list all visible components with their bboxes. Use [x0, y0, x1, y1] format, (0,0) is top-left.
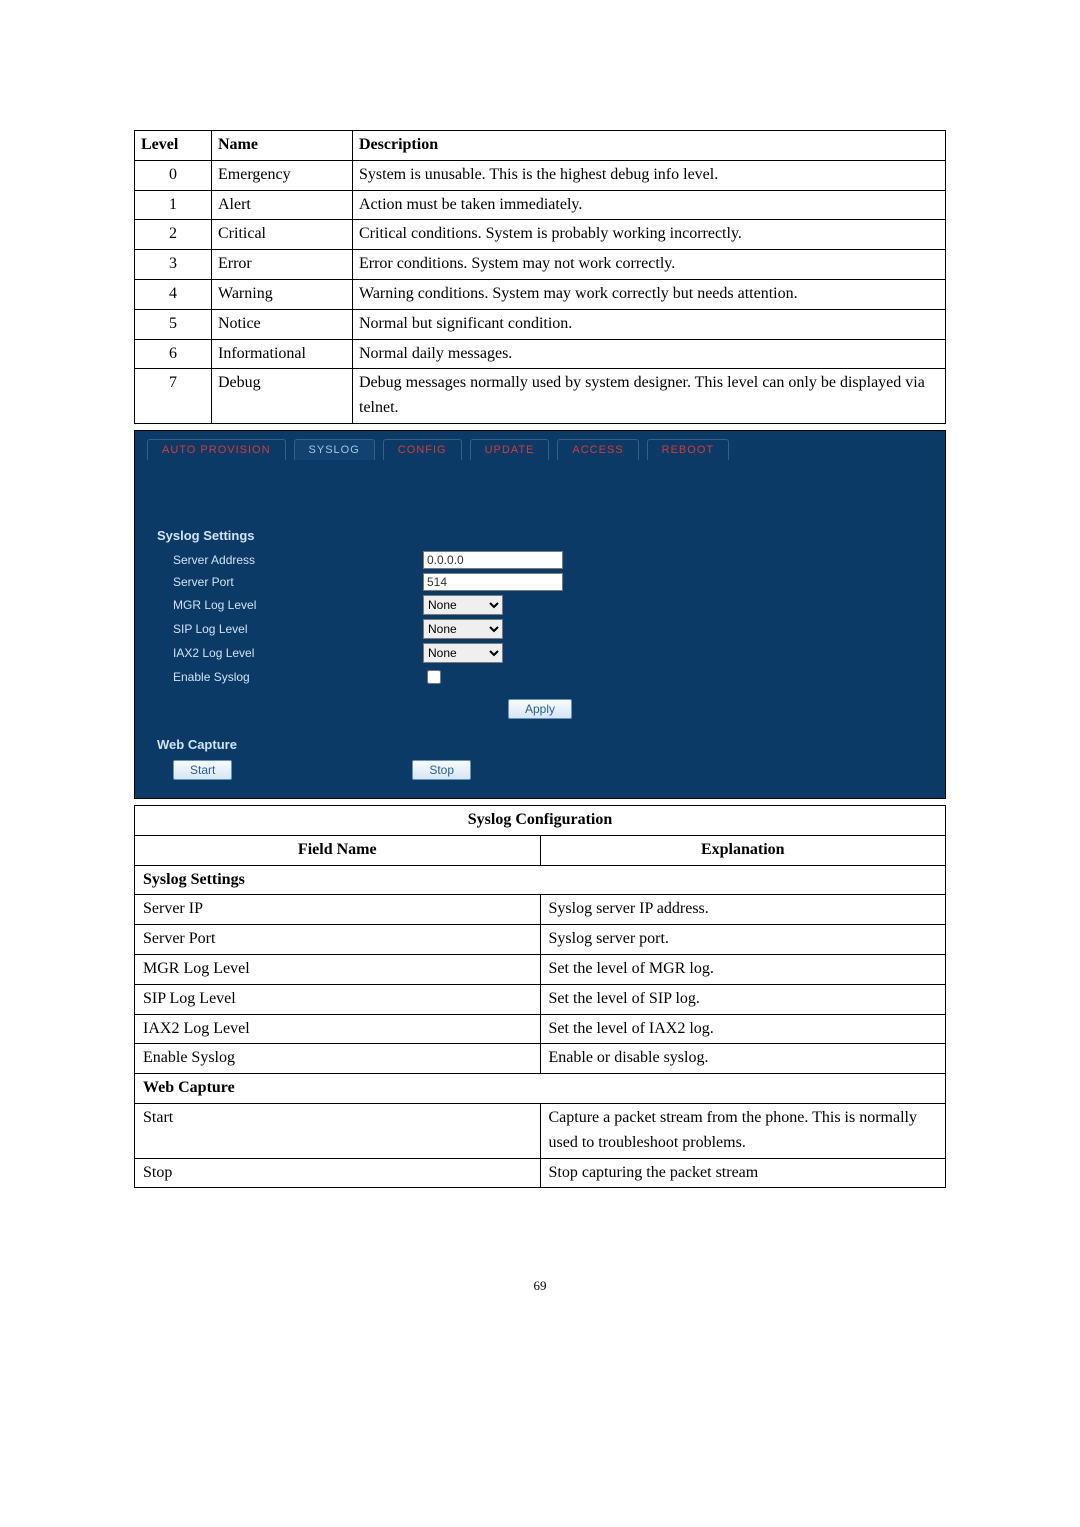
- table-row: StopStop capturing the packet stream: [135, 1158, 946, 1188]
- mgr-log-level-select[interactable]: None: [423, 595, 503, 615]
- server-port-input[interactable]: [423, 573, 563, 591]
- enable-syslog-label: Enable Syslog: [173, 670, 423, 684]
- config-header-field: Field Name: [135, 835, 541, 865]
- server-address-label: Server Address: [173, 553, 423, 567]
- sip-log-level-label: SIP Log Level: [173, 622, 423, 636]
- tab-access[interactable]: ACCESS: [557, 439, 638, 460]
- table-row: 6InformationalNormal daily messages.: [135, 339, 946, 369]
- iax2-log-level-select[interactable]: None: [423, 643, 503, 663]
- table-row: Server PortSyslog server port.: [135, 925, 946, 955]
- stop-button[interactable]: Stop: [412, 760, 471, 780]
- mgr-log-level-label: MGR Log Level: [173, 598, 423, 612]
- server-port-label: Server Port: [173, 575, 423, 589]
- table-row: 4WarningWarning conditions. System may w…: [135, 279, 946, 309]
- start-button[interactable]: Start: [173, 760, 232, 780]
- syslog-ui-screenshot: AUTO PROVISION SYSLOG CONFIG UPDATE ACCE…: [134, 430, 946, 799]
- table-row: 3ErrorError conditions. System may not w…: [135, 250, 946, 280]
- table-row: StartCapture a packet stream from the ph…: [135, 1103, 946, 1158]
- table-row: SIP Log LevelSet the level of SIP log.: [135, 984, 946, 1014]
- sip-log-level-select[interactable]: None: [423, 619, 503, 639]
- enable-syslog-checkbox[interactable]: [427, 670, 441, 684]
- iax2-log-level-label: IAX2 Log Level: [173, 646, 423, 660]
- web-capture-heading: Web Capture: [157, 737, 923, 752]
- tab-reboot[interactable]: REBOOT: [647, 439, 729, 460]
- syslog-config-table: Syslog Configuration Field Name Explanat…: [134, 805, 946, 1188]
- levels-header-level: Level: [135, 131, 212, 161]
- table-row: IAX2 Log LevelSet the level of IAX2 log.: [135, 1014, 946, 1044]
- tab-bar: AUTO PROVISION SYSLOG CONFIG UPDATE ACCE…: [135, 431, 945, 460]
- syslog-settings-heading: Syslog Settings: [157, 528, 923, 543]
- levels-header-name: Name: [212, 131, 353, 161]
- table-row: MGR Log LevelSet the level of MGR log.: [135, 954, 946, 984]
- server-address-input[interactable]: [423, 551, 563, 569]
- page-number: 69: [134, 1278, 946, 1294]
- config-section-webcapture: Web Capture: [135, 1074, 946, 1104]
- config-header-explanation: Explanation: [540, 835, 946, 865]
- table-row: 7DebugDebug messages normally used by sy…: [135, 369, 946, 424]
- levels-header-desc: Description: [353, 131, 946, 161]
- apply-button[interactable]: Apply: [508, 699, 572, 719]
- table-row: Server IPSyslog server IP address.: [135, 895, 946, 925]
- tab-config[interactable]: CONFIG: [383, 439, 462, 460]
- table-row: 5NoticeNormal but significant condition.: [135, 309, 946, 339]
- table-row: Enable SyslogEnable or disable syslog.: [135, 1044, 946, 1074]
- syslog-config-title: Syslog Configuration: [135, 805, 946, 835]
- tab-auto-provision[interactable]: AUTO PROVISION: [147, 439, 286, 460]
- table-row: 0EmergencySystem is unusable. This is th…: [135, 160, 946, 190]
- table-row: 2CriticalCritical conditions. System is …: [135, 220, 946, 250]
- debug-levels-table: Level Name Description 0EmergencySystem …: [134, 130, 946, 424]
- tab-syslog[interactable]: SYSLOG: [294, 439, 375, 460]
- tab-update[interactable]: UPDATE: [470, 439, 550, 460]
- config-section-syslog: Syslog Settings: [135, 865, 946, 895]
- table-row: 1AlertAction must be taken immediately.: [135, 190, 946, 220]
